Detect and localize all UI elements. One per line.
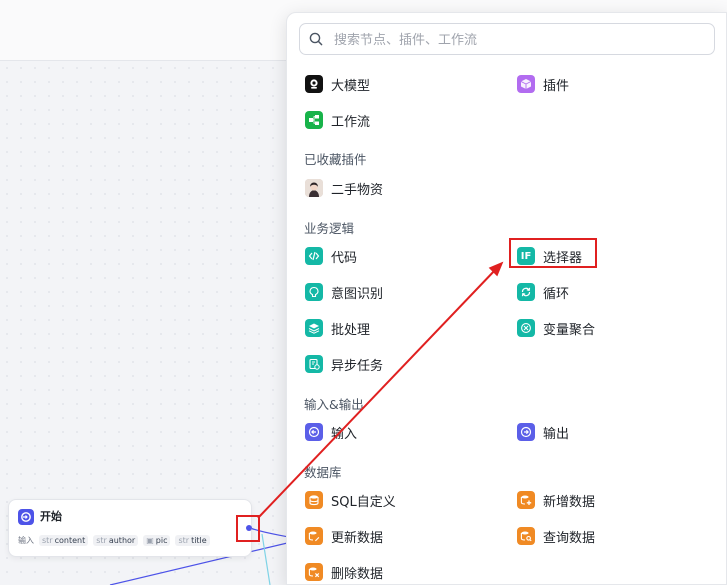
node-item-label: 插件 [543, 78, 570, 94]
search-box[interactable] [299, 23, 715, 55]
section-title-favorites: 已收藏插件 [304, 152, 367, 167]
node-item-label: 循环 [543, 286, 570, 302]
selector-highlight-box [509, 238, 597, 268]
start-node-icon [18, 509, 34, 525]
start-node[interactable]: 开始 输入 str content str author ▣ pic str title [8, 499, 252, 557]
node-item-intent[interactable]: 意图识别 [305, 281, 383, 303]
workflow-icon [305, 111, 323, 129]
node-item-label: 工作流 [331, 114, 371, 130]
input-label: 输入 [18, 536, 34, 545]
search-input[interactable] [332, 30, 706, 50]
node-item-label: 更新数据 [331, 530, 384, 546]
node-item-llm[interactable]: 大模型 [305, 73, 370, 95]
intent-icon [305, 283, 323, 301]
node-item-loop[interactable]: 循环 [517, 281, 569, 303]
favorite-plugin-item[interactable]: 二手物资 [305, 177, 383, 199]
input-icon [305, 423, 323, 441]
node-item-aggregate[interactable]: 变量聚合 [517, 317, 595, 339]
async-task-icon [305, 355, 323, 373]
port-highlight-box [236, 515, 260, 542]
llm-icon [305, 75, 323, 93]
delete-data-icon [305, 563, 323, 581]
aggregate-icon [517, 319, 535, 337]
node-item-output[interactable]: 输出 [517, 421, 569, 443]
node-item-label: 输入 [331, 426, 358, 442]
node-item-query-data[interactable]: 查询数据 [517, 525, 595, 547]
section-title-database: 数据库 [304, 465, 342, 480]
sql-icon [305, 491, 323, 509]
node-item-delete-data[interactable]: 删除数据 [305, 561, 383, 583]
avatar-icon [305, 179, 323, 197]
query-data-icon [517, 527, 535, 545]
param-tag: ▣ pic [143, 535, 171, 546]
section-title-logic: 业务逻辑 [304, 221, 355, 236]
code-icon [305, 247, 323, 265]
node-item-workflow[interactable]: 工作流 [305, 109, 370, 131]
node-item-label: 新增数据 [543, 494, 596, 510]
node-item-label: SQL自定义 [331, 494, 396, 510]
plugin-icon [517, 75, 535, 93]
node-item-batch[interactable]: 批处理 [305, 317, 370, 339]
loop-icon [517, 283, 535, 301]
param-tag: str title [175, 535, 210, 546]
batch-icon [305, 319, 323, 337]
node-item-update-data[interactable]: 更新数据 [305, 525, 383, 547]
node-item-label: 意图识别 [331, 286, 384, 302]
node-item-sql[interactable]: SQL自定义 [305, 489, 396, 511]
start-node-title: 开始 [40, 510, 62, 523]
node-item-label: 异步任务 [331, 358, 384, 374]
node-item-label: 批处理 [331, 322, 371, 338]
image-type-icon: ▣ [146, 536, 154, 545]
node-item-label: 大模型 [331, 78, 371, 94]
section-title-io: 输入&输出 [304, 397, 364, 412]
node-item-input[interactable]: 输入 [305, 421, 357, 443]
node-item-async-task[interactable]: 异步任务 [305, 353, 383, 375]
add-data-icon [517, 491, 535, 509]
output-icon [517, 423, 535, 441]
start-node-params: 输入 str content str author ▣ pic str title [18, 535, 210, 546]
update-data-icon [305, 527, 323, 545]
node-item-label: 变量聚合 [543, 322, 596, 338]
node-item-label: 删除数据 [331, 566, 384, 582]
node-item-code[interactable]: 代码 [305, 245, 357, 267]
node-item-label: 代码 [331, 250, 358, 266]
param-tag: str author [93, 535, 139, 546]
node-item-label: 二手物资 [331, 182, 384, 198]
node-item-label: 查询数据 [543, 530, 596, 546]
node-item-plugin[interactable]: 插件 [517, 73, 569, 95]
add-node-panel: 大模型 插件 工作流 已收藏插件 二手物资 业务逻辑 代码 IF 选择器 [286, 12, 727, 585]
param-tag: str content [39, 535, 89, 546]
search-icon [309, 32, 323, 46]
node-item-label: 输出 [543, 426, 570, 442]
node-item-add-data[interactable]: 新增数据 [517, 489, 595, 511]
